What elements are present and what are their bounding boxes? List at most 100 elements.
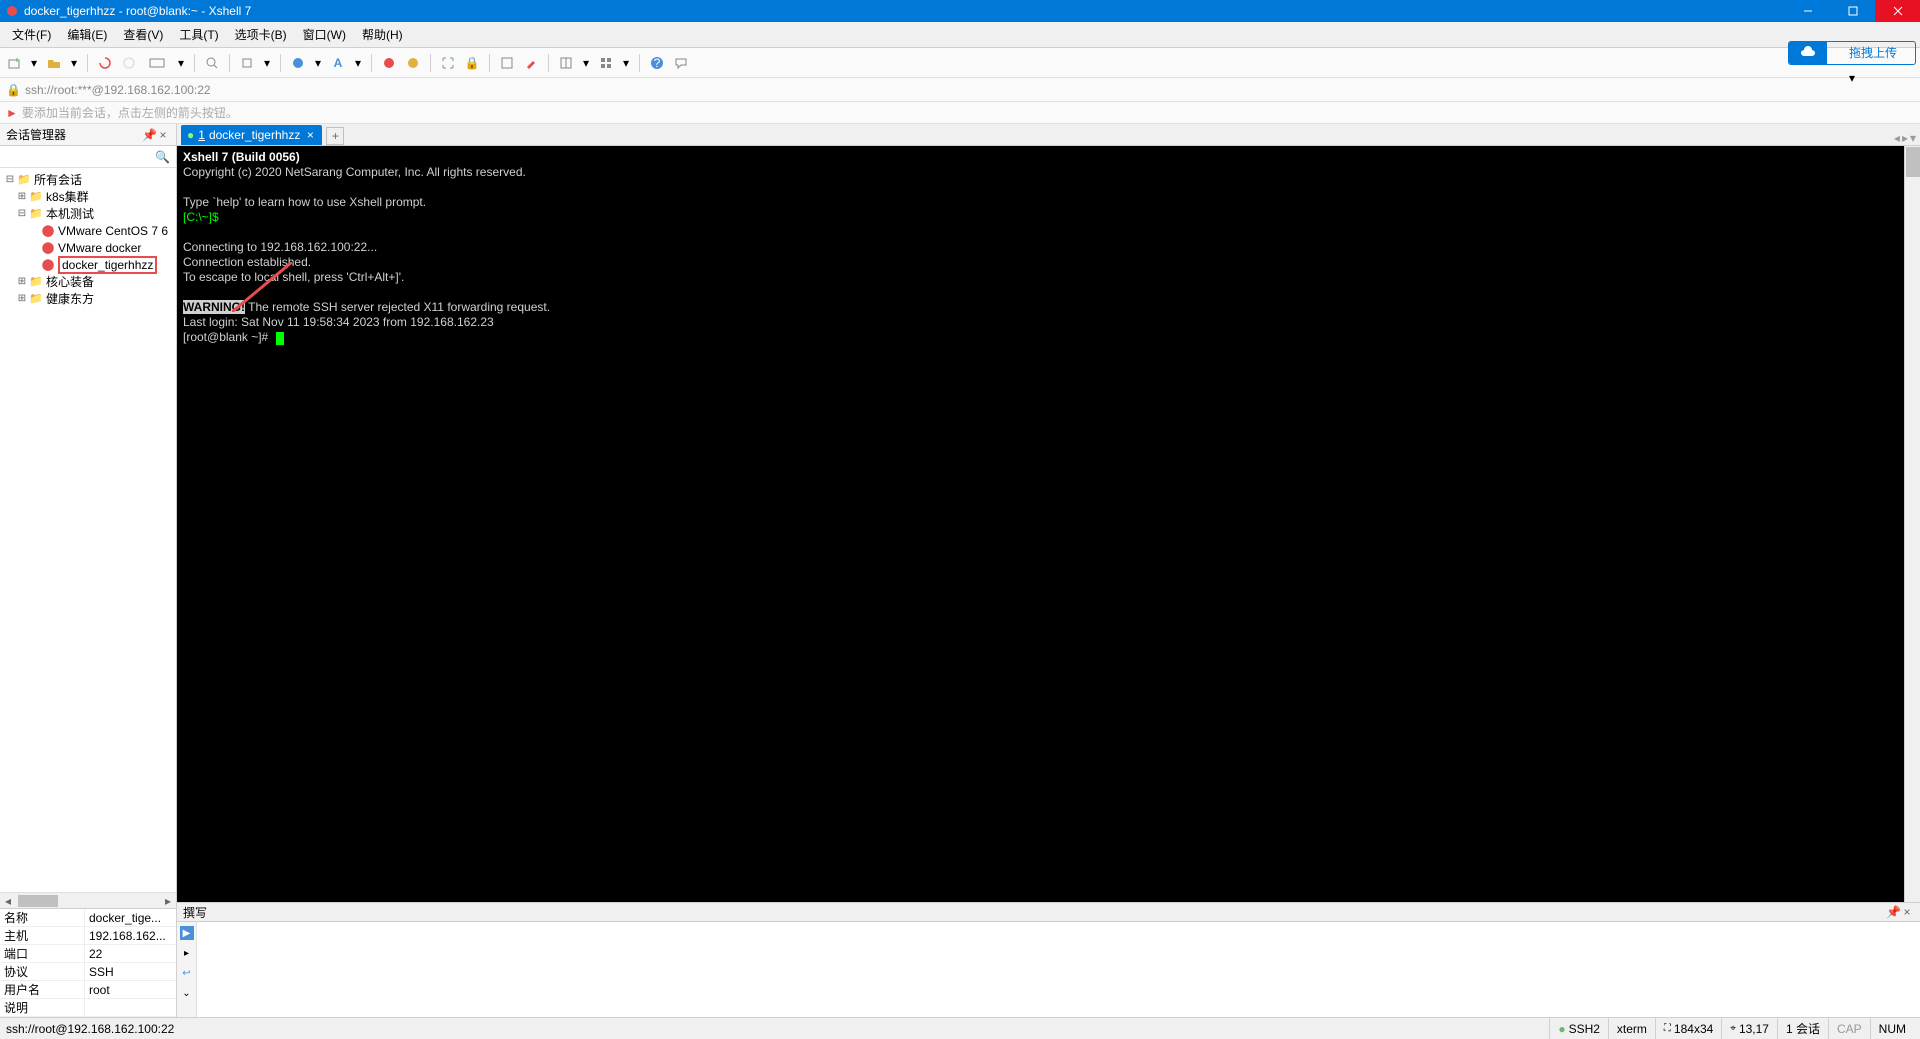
menu-edit[interactable]: 编辑(E): [59, 24, 115, 45]
prop-key: 协议: [0, 963, 85, 980]
vertical-scrollbar[interactable]: [1904, 146, 1920, 902]
tree-item[interactable]: ⬤VMware CentOS 7 6: [0, 222, 176, 239]
dropdown-icon[interactable]: ▾: [261, 56, 273, 70]
compose-title: 撰写: [183, 904, 1886, 921]
address-text: ssh://root:***@192.168.162.100:22: [25, 83, 211, 97]
session-tree[interactable]: ⊟📁所有会话 ⊞📁k8s集群 ⊟📁本机测试 ⬤VMware CentOS 7 6…: [0, 168, 176, 892]
tree-item[interactable]: ⬤VMware docker: [0, 239, 176, 256]
transfer-icon[interactable]: [143, 53, 171, 73]
tile-icon[interactable]: [596, 53, 616, 73]
cursor: [276, 332, 284, 345]
tree-item[interactable]: ⊟📁本机测试: [0, 205, 176, 222]
horizontal-scrollbar[interactable]: ◂▸: [0, 892, 176, 908]
prop-key: 名称: [0, 909, 85, 926]
status-cap: CAP: [1837, 1022, 1862, 1036]
minimize-button[interactable]: [1785, 0, 1830, 22]
prop-key: 用户名: [0, 981, 85, 998]
stop-icon[interactable]: [403, 53, 423, 73]
dropdown-icon[interactable]: ▾: [1846, 71, 1858, 85]
layout-icon[interactable]: [556, 53, 576, 73]
help-icon[interactable]: ?: [647, 53, 667, 73]
cloud-icon: [1789, 41, 1827, 65]
tree-item[interactable]: ⊞📁核心装备: [0, 273, 176, 290]
open-icon[interactable]: [44, 53, 64, 73]
disconnect-icon[interactable]: [119, 53, 139, 73]
hint-text: 要添加当前会话，点击左侧的箭头按钮。: [22, 104, 238, 121]
prop-value: docker_tige...: [85, 911, 176, 925]
menu-help[interactable]: 帮助(H): [354, 24, 411, 45]
dropdown-icon[interactable]: ▾: [175, 56, 187, 70]
tab-active[interactable]: ● 1 docker_tigerhhzz ×: [181, 125, 322, 145]
close-button[interactable]: [1875, 0, 1920, 22]
status-sessions: 1 会话: [1777, 1018, 1828, 1039]
status-led-icon: ●: [1558, 1022, 1565, 1036]
new-tab-button[interactable]: +: [326, 127, 344, 145]
copy-icon[interactable]: [237, 53, 257, 73]
color-icon[interactable]: [521, 53, 541, 73]
new-session-icon[interactable]: [4, 53, 24, 73]
close-compose-icon[interactable]: ×: [1900, 905, 1914, 919]
status-size: 184x34: [1674, 1022, 1713, 1036]
tree-item[interactable]: ⊞📁健康东方: [0, 290, 176, 307]
dropdown-icon[interactable]: ▾: [312, 56, 324, 70]
prop-value: SSH: [85, 965, 176, 979]
status-ssh: SSH2: [1569, 1022, 1600, 1036]
search-bar[interactable]: 🔍: [0, 146, 176, 168]
expand-icon[interactable]: ⌄: [180, 986, 194, 1000]
send-icon[interactable]: ▶: [180, 926, 194, 940]
lock-icon: 🔒: [6, 83, 21, 97]
address-bar[interactable]: 🔒 ssh://root:***@192.168.162.100:22: [0, 78, 1920, 102]
session-manager-panel: 会话管理器 📌 × 🔍 ⊟📁所有会话 ⊞📁k8s集群 ⊟📁本机测试 ⬤VMwar…: [0, 124, 177, 1017]
arrow-icon[interactable]: ►: [6, 106, 18, 120]
search-icon[interactable]: [202, 53, 222, 73]
tree-item[interactable]: ⊞📁k8s集群: [0, 188, 176, 205]
menu-file[interactable]: 文件(F): [4, 24, 59, 45]
toolbar: ▾ ▾ ▾ ▾ ▾ A ▾ 🔒 ▾ ▾ ? 拖拽上传 ▾: [0, 48, 1920, 78]
options-icon[interactable]: [497, 53, 517, 73]
upload-label: 拖拽上传: [1831, 44, 1915, 61]
record-icon[interactable]: [379, 53, 399, 73]
status-term: xterm: [1608, 1018, 1655, 1039]
back-icon[interactable]: ↩: [180, 966, 194, 980]
menu-view[interactable]: 查看(V): [115, 24, 171, 45]
tab-menu-icon[interactable]: ▾: [1910, 131, 1916, 145]
panel-title: 会话管理器: [6, 126, 142, 143]
window-title: docker_tigerhhzz - root@blank:~ - Xshell…: [24, 4, 1785, 18]
app-icon: [4, 3, 20, 19]
dropdown-icon[interactable]: ▾: [28, 56, 40, 70]
tab-prev-icon[interactable]: ◂: [1894, 131, 1900, 145]
font-icon[interactable]: A: [328, 53, 348, 73]
maximize-button[interactable]: [1830, 0, 1875, 22]
pin-icon[interactable]: 📌: [142, 128, 156, 142]
dropdown-icon[interactable]: ▾: [620, 56, 632, 70]
globe-icon[interactable]: [288, 53, 308, 73]
properties-grid: 名称docker_tige... 主机192.168.162... 端口22 协…: [0, 908, 176, 1017]
upload-button[interactable]: 拖拽上传: [1788, 41, 1916, 65]
tab-strip: ● 1 docker_tigerhhzz × + ◂ ▸ ▾: [177, 124, 1920, 146]
dropdown-icon[interactable]: ▾: [580, 56, 592, 70]
dropdown-icon[interactable]: ▾: [68, 56, 80, 70]
prop-key: 主机: [0, 927, 85, 944]
svg-text:?: ?: [654, 56, 661, 70]
close-panel-icon[interactable]: ×: [156, 128, 170, 142]
tree-root[interactable]: ⊟📁所有会话: [0, 171, 176, 188]
reconnect-icon[interactable]: [95, 53, 115, 73]
fullscreen-icon[interactable]: [438, 53, 458, 73]
pin-icon[interactable]: 📌: [1886, 905, 1900, 919]
feedback-icon[interactable]: [671, 53, 691, 73]
status-num: NUM: [1879, 1022, 1906, 1036]
tab-close-icon[interactable]: ×: [304, 128, 316, 142]
menu-tab[interactable]: 选项卡(B): [227, 24, 295, 45]
menu-window[interactable]: 窗口(W): [295, 24, 354, 45]
compose-header: 撰写 📌 ×: [177, 902, 1920, 922]
terminal[interactable]: Xshell 7 (Build 0056) Copyright (c) 2020…: [177, 146, 1920, 902]
menu-tools[interactable]: 工具(T): [171, 24, 226, 45]
compose-input[interactable]: [197, 922, 1920, 1017]
forward-icon[interactable]: ▸: [180, 946, 194, 960]
tab-next-icon[interactable]: ▸: [1902, 131, 1908, 145]
lock-icon[interactable]: 🔒: [462, 53, 482, 73]
prop-key: 端口: [0, 945, 85, 962]
dropdown-icon[interactable]: ▾: [352, 56, 364, 70]
status-pos: 13,17: [1739, 1022, 1769, 1036]
tree-item-selected[interactable]: ⬤docker_tigerhhzz: [0, 256, 176, 273]
